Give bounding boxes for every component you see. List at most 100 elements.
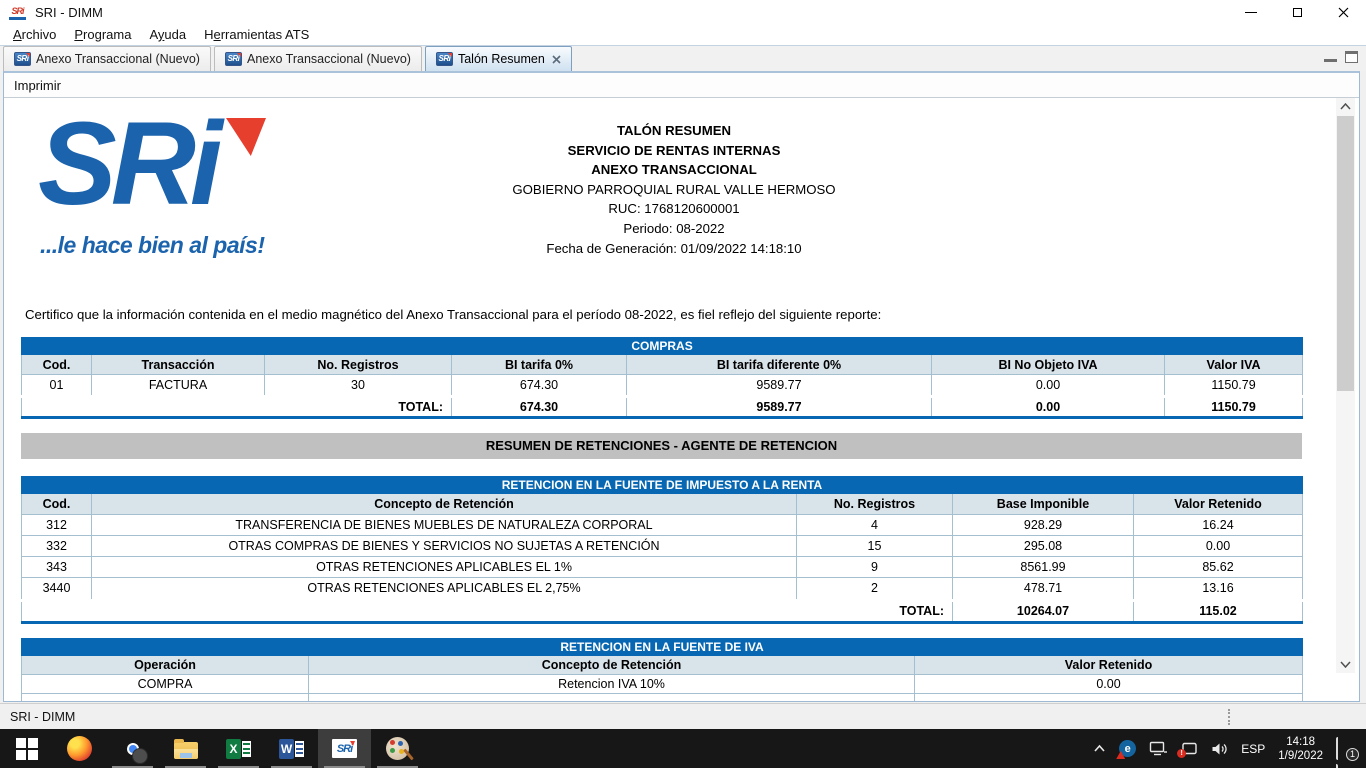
taskbar-excel[interactable]: X — [212, 729, 265, 768]
scroll-up-icon[interactable] — [1336, 98, 1355, 115]
col-header: Concepto de Retención — [92, 494, 797, 515]
clock[interactable]: 14:18 1/9/2022 — [1278, 735, 1323, 763]
sri-icon: SRi — [436, 52, 453, 66]
iva-table: RETENCION EN LA FUENTE DE IVA Operación … — [21, 638, 1303, 701]
network-icon[interactable] — [1149, 741, 1168, 756]
screen: SRi SRI - DIMM Archivo Programa Ayuda He… — [0, 0, 1366, 768]
col-header: BI tarifa 0% — [452, 355, 627, 375]
taskbar: X W SRi e — [0, 729, 1366, 768]
report-title: TALÓN RESUMEN — [4, 121, 1344, 141]
col-header: No. Registros — [265, 355, 452, 375]
col-header: Cod. — [22, 355, 92, 375]
table-row: 312 TRANSFERENCIA DE BIENES MUEBLES DE N… — [22, 515, 1303, 536]
col-header: Operación — [22, 656, 309, 675]
taskbar-chrome[interactable] — [106, 729, 159, 768]
tab-anexo-transaccional-2[interactable]: SRi Anexo Transaccional (Nuevo) — [214, 46, 422, 71]
start-button[interactable] — [0, 729, 53, 768]
close-button[interactable] — [1320, 0, 1366, 24]
menu-programa[interactable]: Programa — [65, 27, 140, 42]
compras-title: COMPRAS — [22, 338, 1303, 355]
tray-time: 14:18 — [1278, 735, 1323, 749]
col-header: Valor Retenido — [1134, 494, 1303, 515]
close-icon — [1338, 7, 1349, 18]
table-row: 332 OTRAS COMPRAS DE BIENES Y SERVICIOS … — [22, 536, 1303, 557]
tabbar: SRi Anexo Transaccional (Nuevo) SRi Anex… — [0, 45, 1366, 71]
taskbar-file-explorer[interactable] — [159, 729, 212, 768]
taskbar-paint[interactable] — [371, 729, 424, 768]
report-period: Periodo: 08-2022 — [4, 219, 1344, 239]
tray-chevron-up-icon[interactable] — [1093, 744, 1106, 753]
language-indicator[interactable]: ESP — [1241, 742, 1265, 756]
report-header: TALÓN RESUMEN SERVICIO DE RENTAS INTERNA… — [4, 121, 1344, 258]
iva-title: RETENCION EN LA FUENTE DE IVA — [22, 639, 1303, 656]
scrollbar-thumb[interactable] — [1337, 116, 1354, 391]
volume-icon[interactable] — [1211, 742, 1228, 756]
editor-area: Imprimir SRi ...le hace bien al país! TA… — [3, 71, 1360, 702]
col-header: BI tarifa diferente 0% — [627, 355, 932, 375]
report-generated: Fecha de Generación: 01/09/2022 14:18:10 — [4, 239, 1344, 259]
tab-talon-resumen[interactable]: SRi Talón Resumen — [425, 46, 572, 71]
table-row: 3440 OTRAS RETENCIONES APLICABLES EL 2,7… — [22, 578, 1303, 599]
table-row — [22, 694, 1303, 702]
taskbar-sri-dimm[interactable]: SRi — [318, 729, 371, 768]
folder-icon — [174, 742, 198, 759]
window-title: SRI - DIMM — [35, 5, 103, 20]
antivirus-icon[interactable]: e — [1119, 740, 1136, 757]
table-row: COMPRA Retencion IVA 10% 0.00 — [22, 675, 1303, 694]
display-alert-icon[interactable]: ! — [1181, 742, 1198, 756]
windows-start-icon — [16, 738, 38, 760]
menubar: Archivo Programa Ayuda Herramientas ATS — [0, 24, 1366, 45]
titlebar: SRi SRI - DIMM — [0, 0, 1366, 24]
sri-icon: SRi — [332, 739, 357, 758]
restore-icon — [1293, 8, 1302, 17]
minimize-button[interactable] — [1228, 0, 1274, 24]
col-header: Base Imponible — [953, 494, 1134, 515]
scroll-down-icon[interactable] — [1336, 656, 1355, 673]
certification-text: Certifico que la información contenida e… — [25, 307, 881, 322]
excel-icon: X — [226, 739, 251, 759]
report-content: SRi ...le hace bien al país! TALÓN RESUM… — [4, 98, 1359, 701]
notification-badge: 1 — [1346, 748, 1359, 761]
firefox-icon — [67, 736, 92, 761]
view-minimize-icon[interactable] — [1324, 51, 1337, 62]
sri-icon: SRi — [225, 52, 242, 66]
tab-anexo-transaccional-1[interactable]: SRi Anexo Transaccional (Nuevo) — [3, 46, 211, 71]
imprimir-menu[interactable]: Imprimir — [14, 78, 61, 93]
report-annex: ANEXO TRANSACCIONAL — [4, 160, 1344, 180]
imprimir-toolbar: Imprimir — [4, 73, 1359, 98]
statusbar: SRI - DIMM — [0, 703, 1366, 729]
col-header: Cod. — [22, 494, 92, 515]
restore-button[interactable] — [1274, 0, 1320, 24]
statusbar-grip — [1228, 709, 1230, 725]
report-entity: SERVICIO DE RENTAS INTERNAS — [4, 141, 1344, 161]
col-header: BI No Objeto IVA — [932, 355, 1165, 375]
tray-date: 1/9/2022 — [1278, 749, 1323, 763]
menu-herramientas-ats[interactable]: Herramientas ATS — [195, 27, 318, 42]
minimize-icon — [1245, 12, 1257, 13]
col-header: Transacción — [92, 355, 265, 375]
taskbar-word[interactable]: W — [265, 729, 318, 768]
total-label: TOTAL: — [22, 602, 953, 623]
vertical-scrollbar[interactable] — [1336, 98, 1355, 673]
action-center-icon[interactable]: 1 — [1336, 740, 1356, 758]
tab-close-icon[interactable] — [552, 55, 561, 64]
menu-ayuda[interactable]: Ayuda — [140, 27, 195, 42]
menu-archivo[interactable]: Archivo — [4, 27, 65, 42]
view-maximize-icon[interactable] — [1345, 51, 1358, 63]
table-row: 343 OTRAS RETENCIONES APLICABLES EL 1% 9… — [22, 557, 1303, 578]
chrome-icon — [120, 736, 145, 761]
taskbar-firefox[interactable] — [53, 729, 106, 768]
total-label: TOTAL: — [22, 398, 452, 418]
compras-table: COMPRAS Cod. Transacción No. Registros B… — [21, 337, 1303, 419]
system-tray: e ! ESP 14:18 1/9/2022 1 — [1093, 729, 1366, 768]
renta-table: RETENCION EN LA FUENTE DE IMPUESTO A LA … — [21, 476, 1303, 624]
col-header: No. Registros — [797, 494, 953, 515]
col-header: Valor IVA — [1165, 355, 1303, 375]
renta-title: RETENCION EN LA FUENTE DE IMPUESTO A LA … — [22, 477, 1303, 494]
tab-label: Talón Resumen — [458, 52, 545, 66]
total-row: TOTAL: 674.30 9589.77 0.00 1150.79 — [22, 398, 1303, 418]
statusbar-text: SRI - DIMM — [10, 710, 75, 724]
retenciones-band: RESUMEN DE RETENCIONES - AGENTE DE RETEN… — [21, 433, 1302, 459]
report-ruc: RUC: 1768120600001 — [4, 199, 1344, 219]
col-header: Valor Retenido — [915, 656, 1303, 675]
